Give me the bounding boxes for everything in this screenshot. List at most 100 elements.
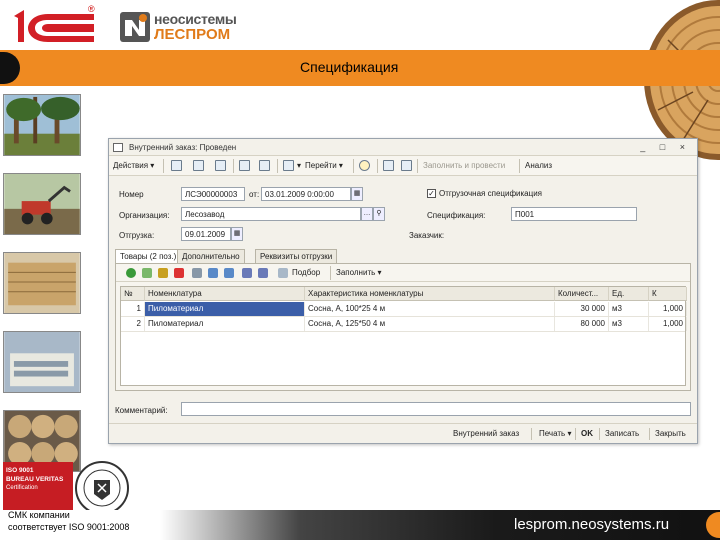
- specification-field[interactable]: П001: [511, 207, 637, 221]
- col-header-unit[interactable]: Ед.: [609, 287, 649, 301]
- post-icon[interactable]: [193, 160, 204, 171]
- cell-nomenclature[interactable]: Пиломатериал: [145, 317, 305, 331]
- footer-left: СМК компании соответствует ISO 9001:2008: [0, 510, 160, 540]
- col-header-nomenclature[interactable]: Номенклатура: [145, 287, 305, 301]
- add-row-icon[interactable]: [126, 268, 136, 278]
- save-icon[interactable]: [171, 160, 182, 171]
- cell-number: 2: [121, 317, 145, 331]
- actions-label: Действия: [113, 161, 149, 170]
- organization-field[interactable]: Лесозавод: [181, 207, 361, 221]
- print-dropdown-icon[interactable]: ▾: [297, 161, 301, 170]
- structure-icon[interactable]: [259, 160, 270, 171]
- cell-characteristic[interactable]: Сосна, А, 100*25 4 м: [305, 302, 555, 316]
- window-controls[interactable]: _ □ ×: [640, 142, 691, 152]
- cell-coef[interactable]: 1,000: [649, 302, 687, 316]
- cell-quantity[interactable]: 80 000: [555, 317, 609, 331]
- cert-bv-text: BUREAU VERITAS: [6, 476, 64, 483]
- cert-certification-text: Certification: [6, 485, 38, 491]
- tab-shipping-details[interactable]: Реквизиты отгрузки: [255, 249, 338, 263]
- ok-button[interactable]: OK: [581, 429, 593, 438]
- print-button[interactable]: Печать ▾: [539, 429, 571, 438]
- col-header-quantity[interactable]: Количест...: [555, 287, 609, 301]
- analysis-button[interactable]: Анализ: [525, 161, 552, 170]
- brand-bottom-text: ЛЕСПРОМ: [154, 26, 231, 43]
- cell-unit[interactable]: м3: [609, 302, 649, 316]
- shipping-spec-checkbox[interactable]: ✓: [427, 189, 436, 198]
- shipment-date-field[interactable]: 09.01.2009: [181, 227, 231, 241]
- number-field[interactable]: ЛСЭ00000003: [181, 187, 245, 201]
- sort-desc-icon[interactable]: [258, 268, 268, 278]
- pick-icon[interactable]: [278, 268, 288, 278]
- internal-order-window: Внутренний заказ: Проведен _ □ × Действи…: [108, 138, 698, 444]
- shipping-spec-label: Отгрузочная спецификация: [439, 189, 542, 198]
- from-label: от:: [249, 190, 260, 199]
- organization-label: Организация:: [119, 211, 170, 220]
- fill-menu[interactable]: Заполнить ▾: [336, 268, 382, 277]
- col-header-characteristic[interactable]: Характеристика номенклатуры: [305, 287, 555, 301]
- actions-menu[interactable]: Действия ▾: [113, 161, 154, 170]
- print-icon[interactable]: [283, 160, 294, 171]
- cell-quantity[interactable]: 30 000: [555, 302, 609, 316]
- document-list-icon[interactable]: [401, 160, 412, 171]
- document-icon: [113, 143, 123, 152]
- window-title: Внутренний заказ: Проведен: [129, 143, 237, 152]
- internal-order-print-button[interactable]: Внутренний заказ: [453, 429, 519, 438]
- window-titlebar[interactable]: Внутренний заказ: Проведен _ □ ×: [109, 139, 697, 156]
- brand-top-text: неосистемы: [154, 11, 237, 27]
- goods-toolbar: Подбор Заполнить ▾: [116, 264, 690, 282]
- cell-unit[interactable]: м3: [609, 317, 649, 331]
- cell-nomenclature[interactable]: Пиломатериал: [145, 302, 305, 316]
- comment-field[interactable]: [181, 402, 691, 416]
- date-field[interactable]: 03.01.2009 0:00:00: [261, 187, 351, 201]
- toolbar-separator: [277, 159, 278, 173]
- clear-organization-icon[interactable]: ⚲: [373, 207, 385, 221]
- neosystems-mark-icon: [120, 12, 150, 42]
- customer-label: Заказчик:: [409, 231, 445, 240]
- goods-tab-panel: Подбор Заполнить ▾ № Номенклатура Характ…: [115, 263, 691, 391]
- copy-row-icon[interactable]: [142, 268, 152, 278]
- shipment-label: Отгрузка:: [119, 231, 155, 240]
- calendar-icon[interactable]: ▦: [351, 187, 363, 201]
- select-organization-icon[interactable]: …: [361, 207, 373, 221]
- copy-icon[interactable]: [239, 160, 250, 171]
- bottom-separator: [649, 428, 650, 440]
- tab-additional[interactable]: Дополнительно: [177, 249, 245, 263]
- edit-row-icon[interactable]: [158, 268, 168, 278]
- iso-cert-badge: ISO 9001 BUREAU VERITAS Certification: [3, 462, 73, 512]
- logo-registered-mark: ®: [88, 4, 95, 14]
- col-header-coef[interactable]: К: [649, 287, 687, 301]
- cell-characteristic[interactable]: Сосна, А, 125*50 4 м: [305, 317, 555, 331]
- report-icon[interactable]: [383, 160, 394, 171]
- bottom-separator: [531, 428, 532, 440]
- close-button[interactable]: Закрыть: [655, 429, 686, 438]
- move-up-icon[interactable]: [208, 268, 218, 278]
- move-down-icon[interactable]: [224, 268, 234, 278]
- slide-title: Спецификация: [300, 59, 399, 75]
- cell-coef[interactable]: 1,000: [649, 317, 687, 331]
- harvester-photo: [3, 173, 81, 235]
- specification-label: Спецификация:: [427, 211, 486, 220]
- delete-row-icon[interactable]: [174, 268, 184, 278]
- bureau-veritas-seal-icon: [75, 461, 129, 515]
- cert-iso-text: ISO 9001: [6, 467, 34, 474]
- goods-table: № Номенклатура Характеристика номенклату…: [120, 286, 687, 386]
- warehouse-photo: [3, 331, 81, 393]
- title-band-tab: [0, 52, 20, 84]
- bottom-separator: [575, 428, 576, 440]
- toolbar-separator: [163, 159, 164, 173]
- title-band: Спецификация: [0, 50, 720, 86]
- end-edit-icon[interactable]: [192, 268, 202, 278]
- slide-header: ® неосистемы ЛЕСПРОМ: [0, 0, 720, 50]
- shipment-calendar-icon[interactable]: ▦: [231, 227, 243, 241]
- save-button[interactable]: Записать: [605, 429, 639, 438]
- sort-asc-icon[interactable]: [242, 268, 252, 278]
- fill-and-post-button[interactable]: Заполнить и провести: [423, 161, 505, 170]
- help-icon[interactable]: [359, 160, 370, 171]
- col-header-number[interactable]: №: [121, 287, 145, 301]
- goto-menu[interactable]: Перейти ▾: [305, 161, 343, 170]
- lumber-stack-photo: [3, 252, 81, 314]
- cmk-line-2: соответствует ISO 9001:2008: [8, 522, 130, 532]
- pick-button[interactable]: Подбор: [292, 268, 320, 277]
- tab-goods[interactable]: Товары (2 поз.): [115, 249, 182, 263]
- unpost-icon[interactable]: [215, 160, 226, 171]
